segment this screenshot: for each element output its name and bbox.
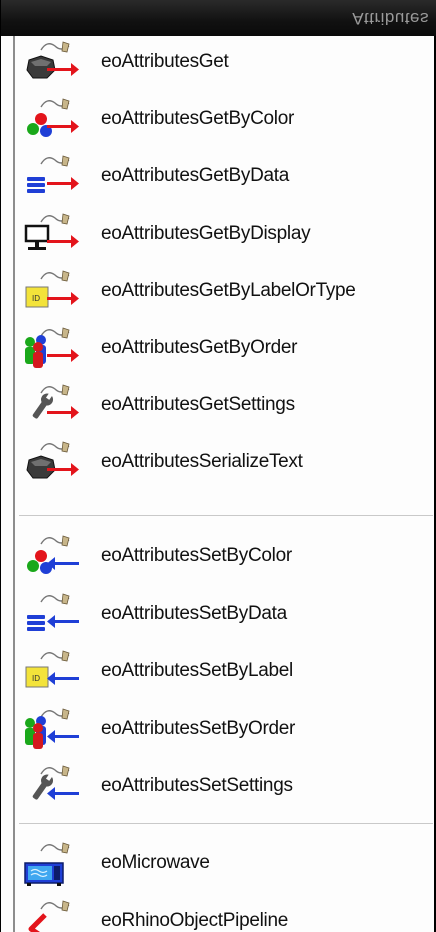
svg-text:ID: ID bbox=[32, 294, 40, 303]
component-label: eoAttributesSetByLabel bbox=[101, 660, 293, 681]
grey-block-icon bbox=[19, 436, 79, 486]
component-label: eoAttributesSetByColor bbox=[101, 545, 292, 566]
component-label: eoAttributesSetSettings bbox=[101, 775, 293, 796]
component-eoAttributesSetByData[interactable]: eoAttributesSetByData bbox=[15, 588, 435, 638]
component-eoAttributesSerializeText[interactable]: eoAttributesSerializeText bbox=[15, 436, 435, 486]
people-icon bbox=[19, 703, 79, 753]
color-dots-icon bbox=[19, 93, 79, 143]
id-label-icon: ID bbox=[19, 265, 79, 315]
id-label-icon: ID bbox=[19, 645, 79, 695]
people-icon bbox=[19, 322, 79, 372]
component-label: eoAttributesGet bbox=[101, 51, 229, 72]
component-eoAttributesGetByData[interactable]: eoAttributesGetByData bbox=[15, 150, 435, 200]
component-label: eoAttributesGetByColor bbox=[101, 108, 294, 130]
component-label: eoAttributesSerializeText bbox=[101, 451, 303, 473]
component-label: eoAttributesGetSettings bbox=[101, 394, 295, 416]
component-eoAttributesGetByDisplay[interactable]: eoAttributesGetByDisplay bbox=[15, 208, 435, 258]
component-eoAttributesSetByLabel[interactable]: ID eoAttributesSetByLabel bbox=[15, 645, 435, 695]
component-panel: Attributes eoAttributesGet eoAttributesGe… bbox=[0, 0, 436, 932]
component-eoMicrowave[interactable]: eoMicrowave bbox=[15, 837, 435, 887]
section-divider bbox=[19, 823, 433, 824]
component-label: eoAttributesGetByLabelOrType bbox=[101, 279, 356, 301]
data-stack-icon bbox=[19, 150, 79, 200]
color-dots-icon bbox=[19, 530, 79, 580]
component-label: eoAttributesGetByOrder bbox=[101, 337, 298, 358]
panel-title: Attributes bbox=[352, 9, 429, 28]
component-eoAttributesSetByOrder[interactable]: eoAttributesSetByOrder bbox=[15, 703, 435, 753]
component-eoAttributesGetByLabelOrType[interactable]: ID eoAttributesGetByLabelOrType bbox=[15, 265, 435, 315]
component-label: eoAttributesGetByData bbox=[101, 165, 290, 187]
component-eoAttributesGetSettings[interactable]: eoAttributesGetSettings bbox=[15, 379, 435, 429]
panel-title-bar: Attributes bbox=[1, 0, 436, 36]
display-monitor-icon bbox=[19, 208, 79, 258]
svg-text:ID: ID bbox=[32, 674, 40, 683]
component-eoAttributesSetByColor[interactable]: eoAttributesSetByColor bbox=[15, 530, 435, 580]
component-eoAttributesGetByColor[interactable]: eoAttributesGetByColor bbox=[15, 93, 435, 143]
component-label: eoAttributesGetByDisplay bbox=[101, 222, 311, 244]
component-eoRhinoObjectPipeline[interactable]: eoRhinoObjectPipeline bbox=[15, 895, 435, 932]
section-divider bbox=[19, 515, 433, 516]
component-label: eoAttributesSetByData bbox=[101, 602, 287, 624]
microwave-icon bbox=[19, 837, 79, 887]
component-label: eoRhinoObjectPipeline bbox=[101, 909, 288, 931]
component-label: eoMicrowave bbox=[101, 852, 210, 873]
grey-block-icon bbox=[19, 36, 79, 86]
wrench-icon bbox=[19, 760, 79, 810]
component-label: eoAttributesSetByOrder bbox=[101, 717, 296, 739]
component-eoAttributesSetSettings[interactable]: eoAttributesSetSettings bbox=[15, 760, 435, 810]
component-eoAttributesGet[interactable]: eoAttributesGet bbox=[15, 36, 435, 86]
pipeline-icon bbox=[19, 895, 79, 932]
component-eoAttributesGetByOrder[interactable]: eoAttributesGetByOrder bbox=[15, 322, 435, 372]
data-stack-icon bbox=[19, 588, 79, 638]
wrench-icon bbox=[19, 379, 79, 429]
